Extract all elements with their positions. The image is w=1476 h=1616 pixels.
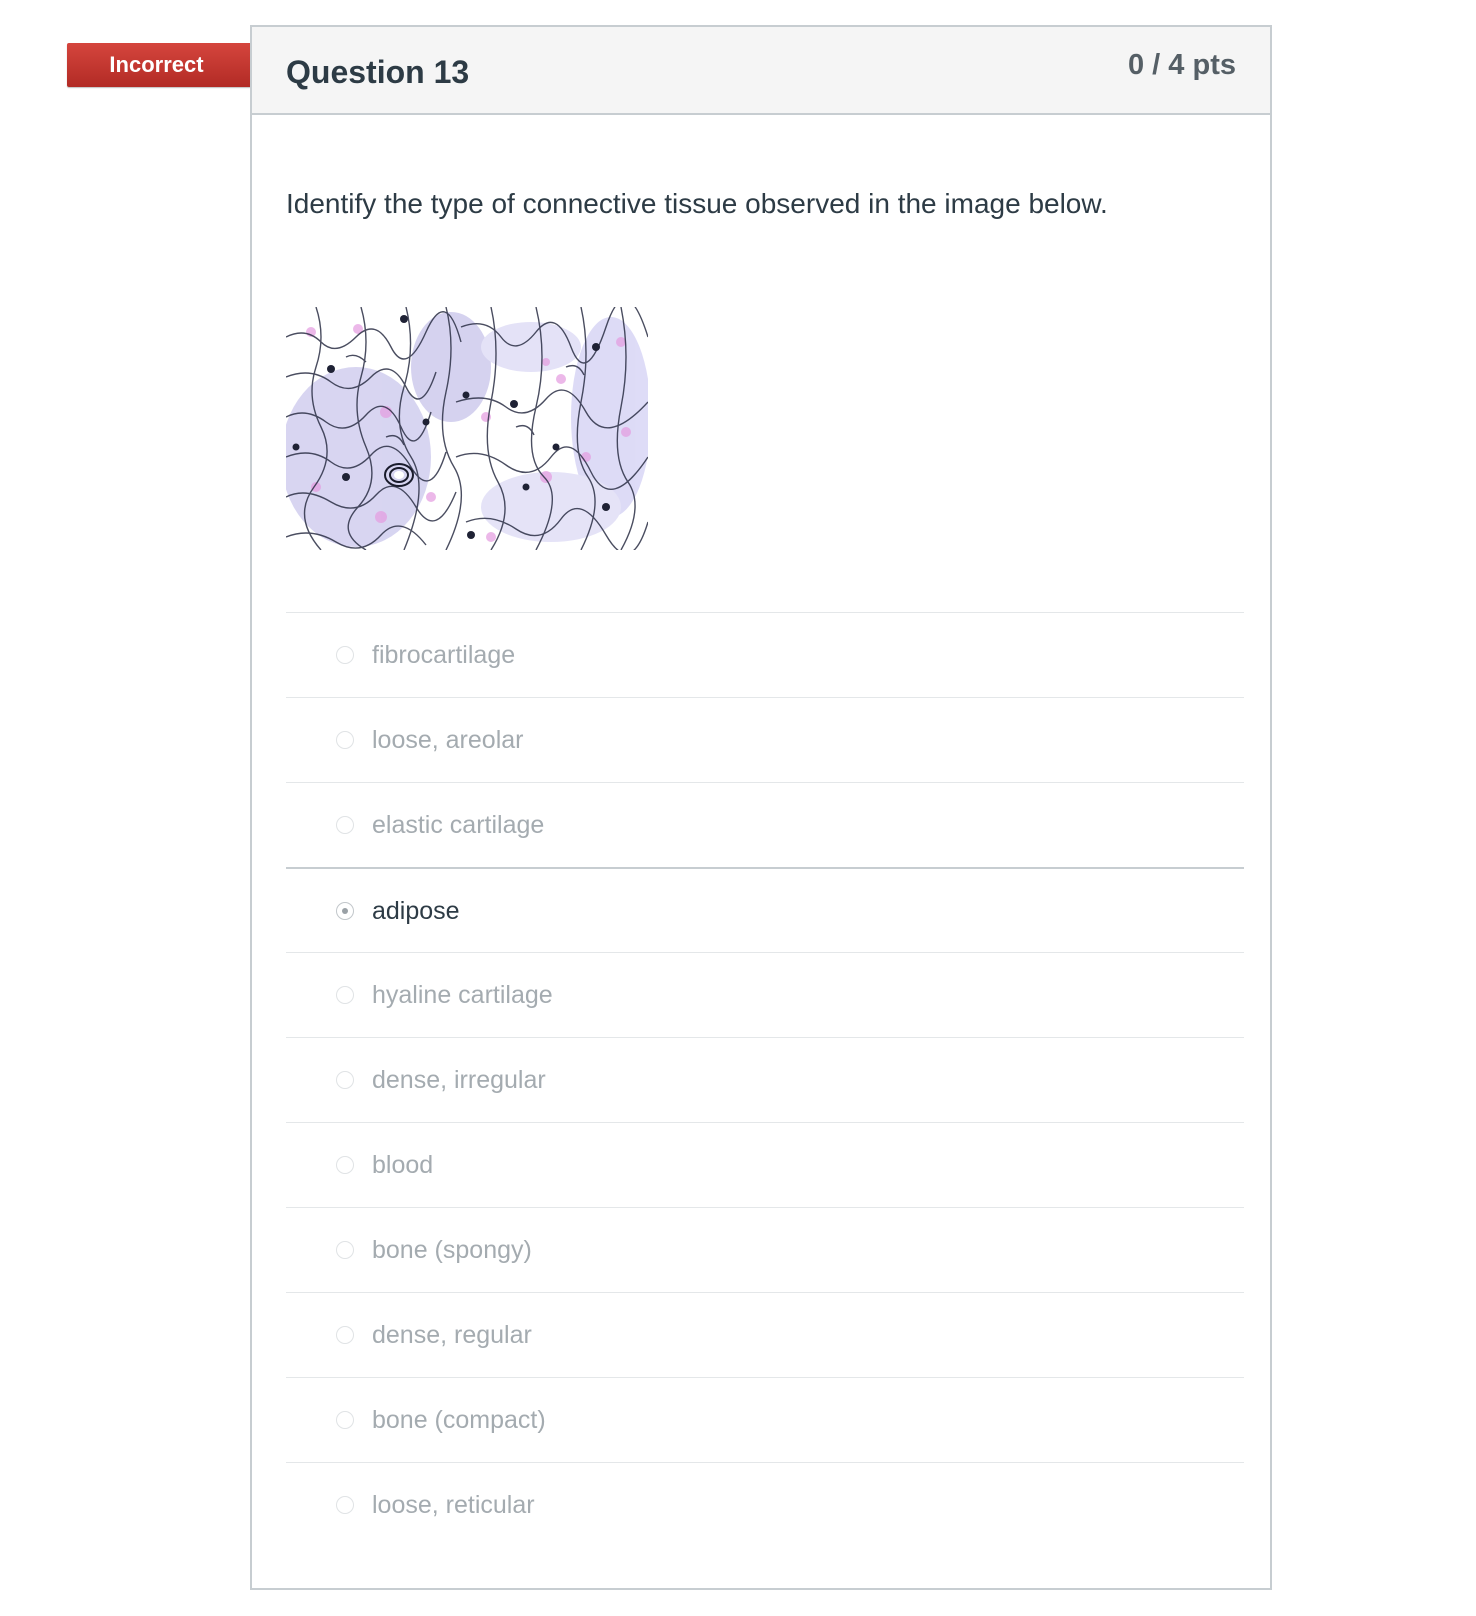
radio-button[interactable]: [336, 731, 354, 749]
question-card: Question 13 0 / 4 pts Identify the type …: [250, 25, 1272, 1590]
answer-label: fibrocartilage: [372, 641, 516, 669]
radio-button-selected[interactable]: [336, 902, 354, 920]
answer-label: dense, regular: [372, 1321, 532, 1349]
question-text: Identify the type of connective tissue o…: [286, 188, 1108, 219]
radio-button[interactable]: [336, 1156, 354, 1174]
incorrect-label: Incorrect: [109, 52, 204, 77]
answer-option[interactable]: elastic cartilage: [286, 782, 1244, 867]
answer-label: loose, reticular: [372, 1491, 535, 1519]
answer-option[interactable]: dense, irregular: [286, 1037, 1244, 1122]
answer-option[interactable]: fibrocartilage: [286, 612, 1244, 697]
answer-label: bone (compact): [372, 1406, 546, 1434]
answer-option[interactable]: dense, regular: [286, 1292, 1244, 1377]
answer-option[interactable]: hyaline cartilage: [286, 952, 1244, 1037]
question-title: Question 13: [286, 54, 470, 90]
radio-button[interactable]: [336, 1071, 354, 1089]
radio-button[interactable]: [336, 1326, 354, 1344]
answer-label: blood: [372, 1151, 434, 1179]
answer-option[interactable]: blood: [286, 1122, 1244, 1207]
answer-option[interactable]: loose, areolar: [286, 697, 1244, 782]
answer-label: loose, areolar: [372, 726, 524, 754]
radio-button[interactable]: [336, 646, 354, 664]
answer-label: dense, irregular: [372, 1066, 546, 1094]
answer-label: elastic cartilage: [372, 811, 545, 839]
question-points: 0 / 4 pts: [1128, 49, 1236, 81]
answer-label: bone (spongy): [372, 1236, 532, 1264]
answer-option[interactable]: loose, reticular: [286, 1462, 1244, 1547]
answer-option-selected[interactable]: adipose: [286, 867, 1244, 952]
radio-button[interactable]: [336, 986, 354, 1004]
answer-list: fibrocartilage loose, areolar elastic ca…: [286, 612, 1244, 1547]
answer-option[interactable]: bone (compact): [286, 1377, 1244, 1462]
radio-button[interactable]: [336, 1496, 354, 1514]
incorrect-ribbon: Incorrect: [67, 43, 277, 87]
radio-button[interactable]: [336, 1241, 354, 1259]
radio-button[interactable]: [336, 1411, 354, 1429]
answer-label: hyaline cartilage: [372, 981, 553, 1009]
answer-label: adipose: [372, 897, 460, 925]
answer-option[interactable]: bone (spongy): [286, 1207, 1244, 1292]
radio-button[interactable]: [336, 816, 354, 834]
question-header: Question 13 0 / 4 pts: [252, 27, 1270, 115]
histology-micrograph-image: [286, 307, 648, 550]
